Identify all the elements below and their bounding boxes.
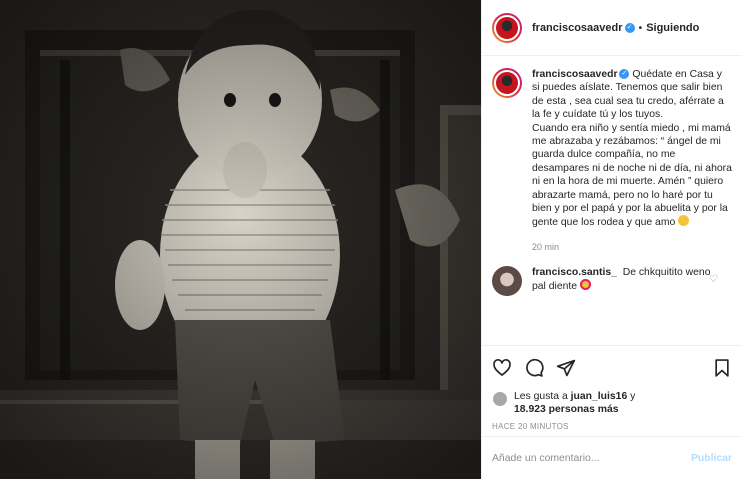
caption-avatar[interactable] (492, 68, 522, 98)
post-timestamp[interactable]: HACE 20 MINUTOS (492, 422, 732, 431)
add-comment-bar: Añade un comentario... Publicar (482, 436, 742, 479)
worried-face-emoji-icon (678, 215, 690, 227)
add-comment-input[interactable]: Añade un comentario... (492, 453, 691, 464)
post-photo[interactable] (0, 0, 481, 479)
action-icons (492, 356, 732, 380)
heart-eyes-emoji-icon (579, 279, 591, 291)
post-sidebar: franciscosaavedr ✓ • Siguiendo franciscos… (481, 0, 742, 479)
liker-avatar[interactable] (492, 391, 508, 407)
commenter-username[interactable]: francisco.santis_ (532, 267, 617, 278)
like-heart-icon[interactable] (492, 358, 512, 378)
author-username[interactable]: franciscosaavedr ✓ (532, 22, 635, 34)
following-button[interactable]: Siguiendo (646, 22, 699, 34)
comment-text: francisco.santis_ De chkquitito weno pal… (532, 266, 711, 293)
caption: franciscosaavedr ✓ Quédate en Casa y si p… (492, 68, 732, 230)
bookmark-icon[interactable] (712, 358, 732, 378)
liker-username[interactable]: juan_luis16 (571, 391, 628, 402)
caption-username[interactable]: franciscosaavedr (532, 69, 617, 80)
post-image (0, 0, 481, 479)
separator-dot: • (638, 21, 643, 34)
comment-like-heart-icon[interactable]: ♡ (709, 274, 718, 285)
publish-button[interactable]: Publicar (691, 453, 732, 464)
verified-badge-icon: ✓ (624, 22, 635, 33)
caption-paragraph-2: Cuando era niño y sentía miedo , mi mamá… (532, 122, 732, 229)
caption-timestamp[interactable]: 20 min (532, 242, 732, 252)
comment-item: francisco.santis_ De chkquitito weno pal… (492, 265, 732, 296)
post-header: franciscosaavedr ✓ • Siguiendo (482, 0, 742, 56)
comment-bubble-icon[interactable] (524, 358, 544, 378)
share-paper-plane-icon[interactable] (556, 358, 576, 378)
action-bar: Les gusta a juan_luis16 y 18.923 persona… (482, 345, 742, 431)
likes-count[interactable]: 18.923 personas más (514, 404, 619, 415)
caption-text: franciscosaavedr ✓ Quédate en Casa y si p… (532, 68, 732, 230)
post-dialog: franciscosaavedr ✓ • Siguiendo franciscos… (0, 0, 742, 479)
likes-summary: Les gusta a juan_luis16 y 18.923 persona… (492, 390, 732, 416)
commenter-avatar[interactable] (492, 265, 522, 296)
verified-badge-icon: ✓ (619, 69, 630, 80)
author-avatar[interactable] (492, 12, 522, 43)
likes-text: Les gusta a juan_luis16 y 18.923 persona… (514, 391, 636, 415)
